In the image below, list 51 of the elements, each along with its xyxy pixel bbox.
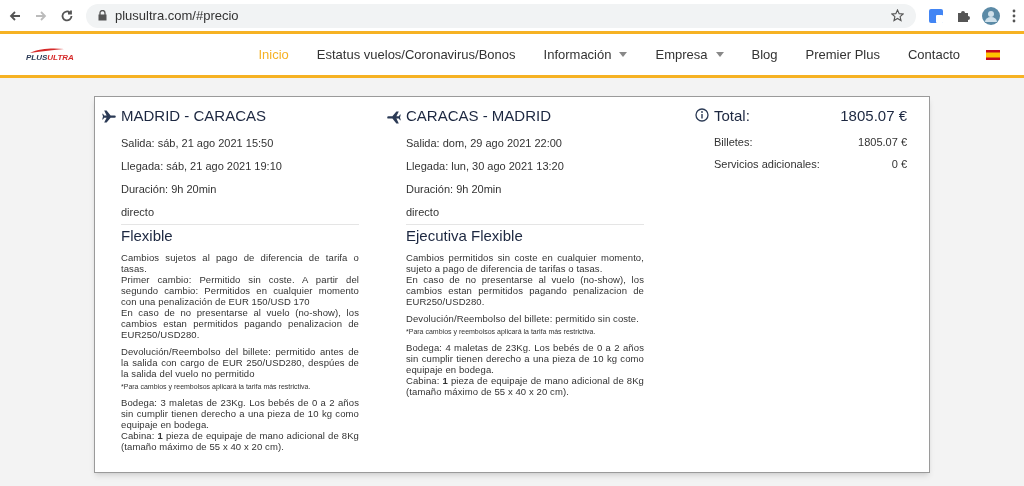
price-label: Billetes: xyxy=(714,135,753,149)
flight-detail: directo xyxy=(406,205,441,219)
fare-condition: Bodega: 3 maletas de 23Kg. Los bebés de 0 a 2 años sin cumplir tienen derecho a una pieza de 10 kg como equipaje en bodega. xyxy=(121,397,359,430)
fare-condition: Cabina: 1 pieza de equipaje de mano adicional de 8Kg (tamaño máximo de 55 x 40 x 20 cm). xyxy=(406,375,644,397)
nav-link[interactable]: Empresa xyxy=(655,44,724,65)
fare-condition: En caso de no presentarse al vuelo (no-show), los cambios estan permitidos pagando penalizacion de EUR250/USD280. xyxy=(121,307,359,340)
puzzle-icon[interactable] xyxy=(956,8,970,23)
total-label: Total: xyxy=(714,106,750,126)
flight-detail: Duración: 9h 20min xyxy=(121,182,218,196)
flight-detail: Llegada: lun, 30 ago 2021 13:20 xyxy=(406,159,565,173)
spain-flag-icon[interactable] xyxy=(986,49,1000,60)
flight-detail: Llegada: sáb, 21 ago 2021 19:10 xyxy=(121,159,283,173)
price-value: 0 € xyxy=(891,157,907,171)
fare-title: Flexible xyxy=(121,226,174,246)
fare-condition: En caso de no presentarse al vuelo (no-show), los cambios estan permitidos pagando penalizacion de EUR250/USD280. xyxy=(406,274,644,307)
lock-icon xyxy=(98,10,107,21)
airplane-icon xyxy=(386,109,402,125)
flight-detail: Duración: 9h 20min xyxy=(406,182,503,196)
caret-icon xyxy=(619,52,628,57)
fare-condition: Bodega: 4 maletas de 23Kg. Los bebés de 0 a 2 años sin cumplir tienen derecho a una pieza de 10 kg como equipaje en bodega. xyxy=(406,342,644,375)
nav-link[interactable]: Información xyxy=(543,44,628,65)
fare-condition: Devolución/Reembolso del billete: permitido antes de la salida con cargo de EUR 250/USD280, despúes de la salida del vuelo no permitido xyxy=(121,346,359,379)
nav-link[interactable]: Blog xyxy=(751,44,778,65)
airplane-icon xyxy=(101,109,117,125)
url-text: plusultra.com/#precio xyxy=(115,6,240,25)
back-icon[interactable] xyxy=(8,8,22,23)
nav-link[interactable]: Premier Plus xyxy=(805,44,880,65)
nav-link[interactable]: Estatus vuelos/Coronavirus/Bonos xyxy=(316,44,516,65)
fare-condition: Cabina: 1 pieza de equipaje de mano adicional de 8Kg (tamaño máximo de 55 x 40 x 20 cm). xyxy=(121,430,359,452)
logo[interactable]: PLUSULTRA xyxy=(26,47,86,62)
address-bar[interactable]: plusultra.com/#precio xyxy=(86,3,916,28)
caret-icon xyxy=(715,52,724,57)
flight-detail: directo xyxy=(121,205,156,219)
flight-detail: Salida: dom, 29 ago 2021 22:00 xyxy=(406,136,563,150)
reload-icon[interactable] xyxy=(60,8,74,23)
flight-detail: Salida: sáb, 21 ago 2021 15:50 xyxy=(121,136,275,150)
info-icon[interactable] xyxy=(695,108,709,122)
fare-condition: Cambios permitidos sin coste en cualquier momento, sujeto a pago de diferencia de tarifas o tasas. xyxy=(406,252,644,274)
star-icon[interactable] xyxy=(891,9,904,22)
route-title: MADRID - CARACAS xyxy=(121,106,267,126)
total-value: 1805.07 € xyxy=(840,106,907,126)
fare-condition: Devolución/Reembolso del billete: permitido sin coste. xyxy=(406,313,640,324)
avatar-icon[interactable] xyxy=(982,6,1000,25)
route-title: CARACAS - MADRID xyxy=(406,106,552,126)
fare-condition: Primer cambio: Permitido sin coste. A partir del segundo cambio: Permitidos en cualquier momento con una penalización de EUR 150/USD 170 xyxy=(121,274,359,307)
fare-condition: Cambios sujetos al pago de diferencia de tarifa o tasas. xyxy=(121,252,359,274)
price-value: 1805.07 € xyxy=(858,135,907,149)
price-label: Servicios adicionales: xyxy=(714,157,820,171)
more-icon[interactable] xyxy=(1012,8,1016,23)
nav-link[interactable]: Contacto xyxy=(907,44,960,65)
fare-title: Ejecutiva Flexible xyxy=(406,226,524,246)
